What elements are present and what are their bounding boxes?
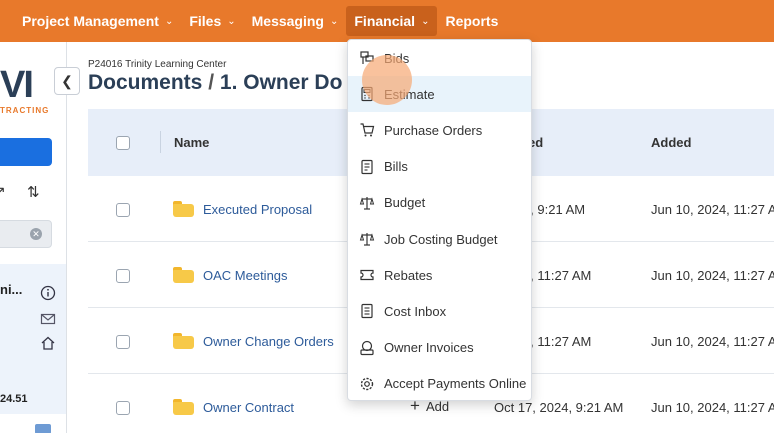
menu-item-job-costing-budget[interactable]: Job Costing Budget	[348, 221, 531, 257]
menu-item-label: Owner Invoices	[384, 340, 474, 356]
nav-financial[interactable]: Financial ⌄	[346, 6, 438, 36]
breadcrumb-separator: /	[208, 71, 215, 94]
folder-icon	[173, 333, 194, 349]
folder-icon	[35, 424, 51, 433]
menu-item-budget[interactable]: Budget	[348, 185, 531, 221]
nav-label: Project Management	[22, 13, 159, 29]
menu-item-purchase-orders[interactable]: Purchase Orders	[348, 112, 531, 148]
added-date: Jun 10, 2024, 11:27 AM	[651, 400, 774, 415]
project-amount: 24.51	[0, 393, 28, 405]
menu-item-label: Purchase Orders	[384, 122, 483, 138]
menu-item-label: Budget	[384, 195, 426, 211]
scale-icon	[358, 194, 376, 212]
menu-item-label: Rebates	[384, 267, 433, 283]
company-logo: VI	[0, 64, 34, 106]
home-icon[interactable]	[40, 335, 56, 351]
added-date: Jun 10, 2024, 11:27 AM	[651, 202, 774, 217]
click-indicator	[362, 55, 412, 105]
folder-name-link[interactable]: Owner Change Orders	[203, 334, 334, 349]
scale-icon	[358, 230, 376, 248]
folder-icon	[173, 201, 194, 217]
menu-item-bills[interactable]: Bills	[348, 149, 531, 185]
added-date: Jun 10, 2024, 11:27 AM	[651, 268, 774, 283]
clear-search-icon[interactable]: ✕	[30, 228, 42, 240]
modified-date: Oct 17, 2024, 9:21 AM	[494, 400, 624, 415]
chevron-down-icon: ⌄	[421, 15, 430, 27]
select-all-checkbox[interactable]	[116, 136, 130, 150]
menu-item-owner-invoices[interactable]: Owner Invoices	[348, 330, 531, 366]
row-checkbox[interactable]	[116, 401, 130, 415]
chevron-down-icon: ⌄	[329, 15, 339, 27]
cart-icon	[358, 121, 376, 139]
gear-icon	[358, 375, 376, 393]
nav-label: Financial	[354, 13, 416, 29]
project-name: ni...	[0, 282, 23, 297]
menu-item-label: Cost Inbox	[384, 303, 447, 319]
info-icon[interactable]	[40, 285, 56, 301]
folder-name-link[interactable]: Executed Proposal	[203, 202, 312, 217]
column-header-name[interactable]: Name	[174, 135, 209, 150]
menu-item-accept-payments-online[interactable]: Accept Payments Online	[348, 366, 531, 402]
sidebar-primary-button[interactable]	[0, 138, 52, 166]
sort-icon[interactable]: ⇅	[27, 183, 40, 201]
menu-item-cost-inbox[interactable]: Cost Inbox	[348, 293, 531, 329]
top-navigation-bar: Project Management ⌄ Files ⌄ Messaging ⌄…	[0, 0, 774, 42]
column-header-added[interactable]: Added	[651, 135, 691, 150]
project-code: P24016 Trinity Learning Center	[88, 59, 227, 70]
row-checkbox[interactable]	[116, 335, 130, 349]
folder-name-link[interactable]: OAC Meetings	[203, 268, 288, 283]
nav-messaging[interactable]: Messaging ⌄	[244, 6, 347, 36]
nav-label: Messaging	[251, 13, 324, 29]
menu-item-rebates[interactable]: Rebates	[348, 257, 531, 293]
sidebar-search-input[interactable]	[0, 220, 52, 248]
nav-files[interactable]: Files ⌄	[181, 6, 243, 36]
folder-name-link[interactable]: Owner Contract	[203, 400, 294, 415]
menu-item-label: Bills	[384, 159, 408, 175]
nav-project-management[interactable]: Project Management ⌄	[0, 6, 181, 36]
inbox-icon	[358, 302, 376, 320]
company-logo-subtext: TRACTING	[0, 106, 50, 115]
left-sidebar: VI TRACTING ↗ ⇅ ✕ ni... 24.51	[0, 42, 67, 433]
filter-icon[interactable]: ↗	[0, 183, 6, 200]
menu-item-label: Accept Payments Online	[384, 376, 527, 392]
nav-reports[interactable]: Reports	[437, 6, 506, 36]
breadcrumb-current: 1. Owner Do	[219, 71, 343, 94]
nav-label: Reports	[445, 13, 499, 29]
added-date: Jun 10, 2024, 11:27 AM	[651, 334, 774, 349]
folder-icon	[173, 267, 194, 283]
collapse-sidebar-button[interactable]: ❮	[54, 67, 80, 95]
folder-icon	[173, 399, 194, 415]
bill-icon	[358, 158, 376, 176]
row-checkbox[interactable]	[116, 269, 130, 283]
ticket-icon	[358, 266, 376, 284]
chevron-down-icon: ⌄	[164, 15, 174, 27]
column-divider	[160, 131, 161, 153]
breadcrumb-documents[interactable]: Documents	[88, 71, 202, 94]
row-checkbox[interactable]	[116, 203, 130, 217]
mail-icon[interactable]	[40, 311, 56, 327]
page-title: Documents / 1. Owner Do	[88, 71, 358, 95]
chevron-down-icon: ⌄	[227, 15, 236, 27]
nav-label: Files	[189, 13, 222, 29]
invoice-icon	[358, 339, 376, 357]
menu-item-label: Job Costing Budget	[384, 231, 498, 247]
